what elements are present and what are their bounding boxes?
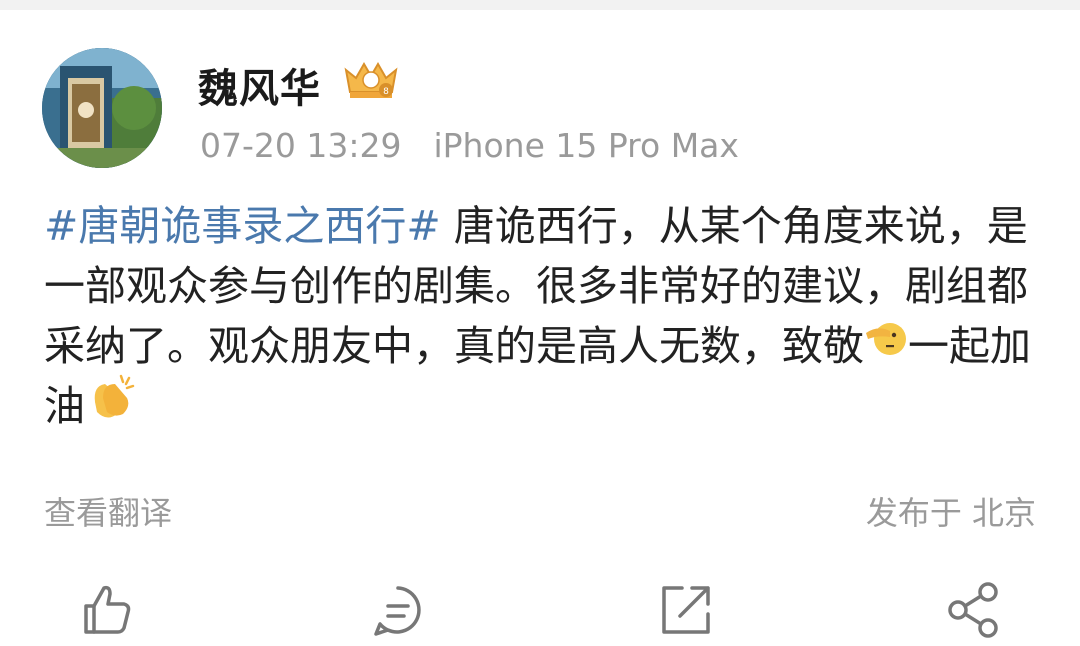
share-icon[interactable] <box>944 580 1004 640</box>
vip-crown-badge-icon[interactable]: 8 <box>342 56 400 102</box>
post-location: 发布于 北京 <box>865 494 1036 532</box>
thumbs-up-icon[interactable] <box>78 580 138 640</box>
post-meta: 07-20 13:29 iPhone 15 Pro Max <box>200 126 739 165</box>
action-bar <box>0 580 1080 640</box>
clapping-hands-emoji <box>85 372 137 438</box>
repost-icon[interactable] <box>656 580 716 640</box>
avatar[interactable] <box>42 48 162 168</box>
author-name[interactable]: 魏风华 <box>198 56 321 114</box>
post-body: #唐朝诡事录之西行# 唐诡西行，从某个角度来说，是一部观众参与创作的剧集。很多非… <box>44 196 1044 438</box>
svg-text:8: 8 <box>383 87 389 97</box>
pointing-face-emoji <box>864 315 908 375</box>
post-device: iPhone 15 Pro Max <box>433 126 739 165</box>
post-time: 07-20 13:29 <box>200 126 402 165</box>
comment-bubble-icon[interactable] <box>368 580 428 640</box>
hashtag-link[interactable]: #唐朝诡事录之西行# <box>44 202 441 250</box>
translate-link[interactable]: 查看翻译 <box>44 488 172 534</box>
top-strip <box>0 0 1080 10</box>
